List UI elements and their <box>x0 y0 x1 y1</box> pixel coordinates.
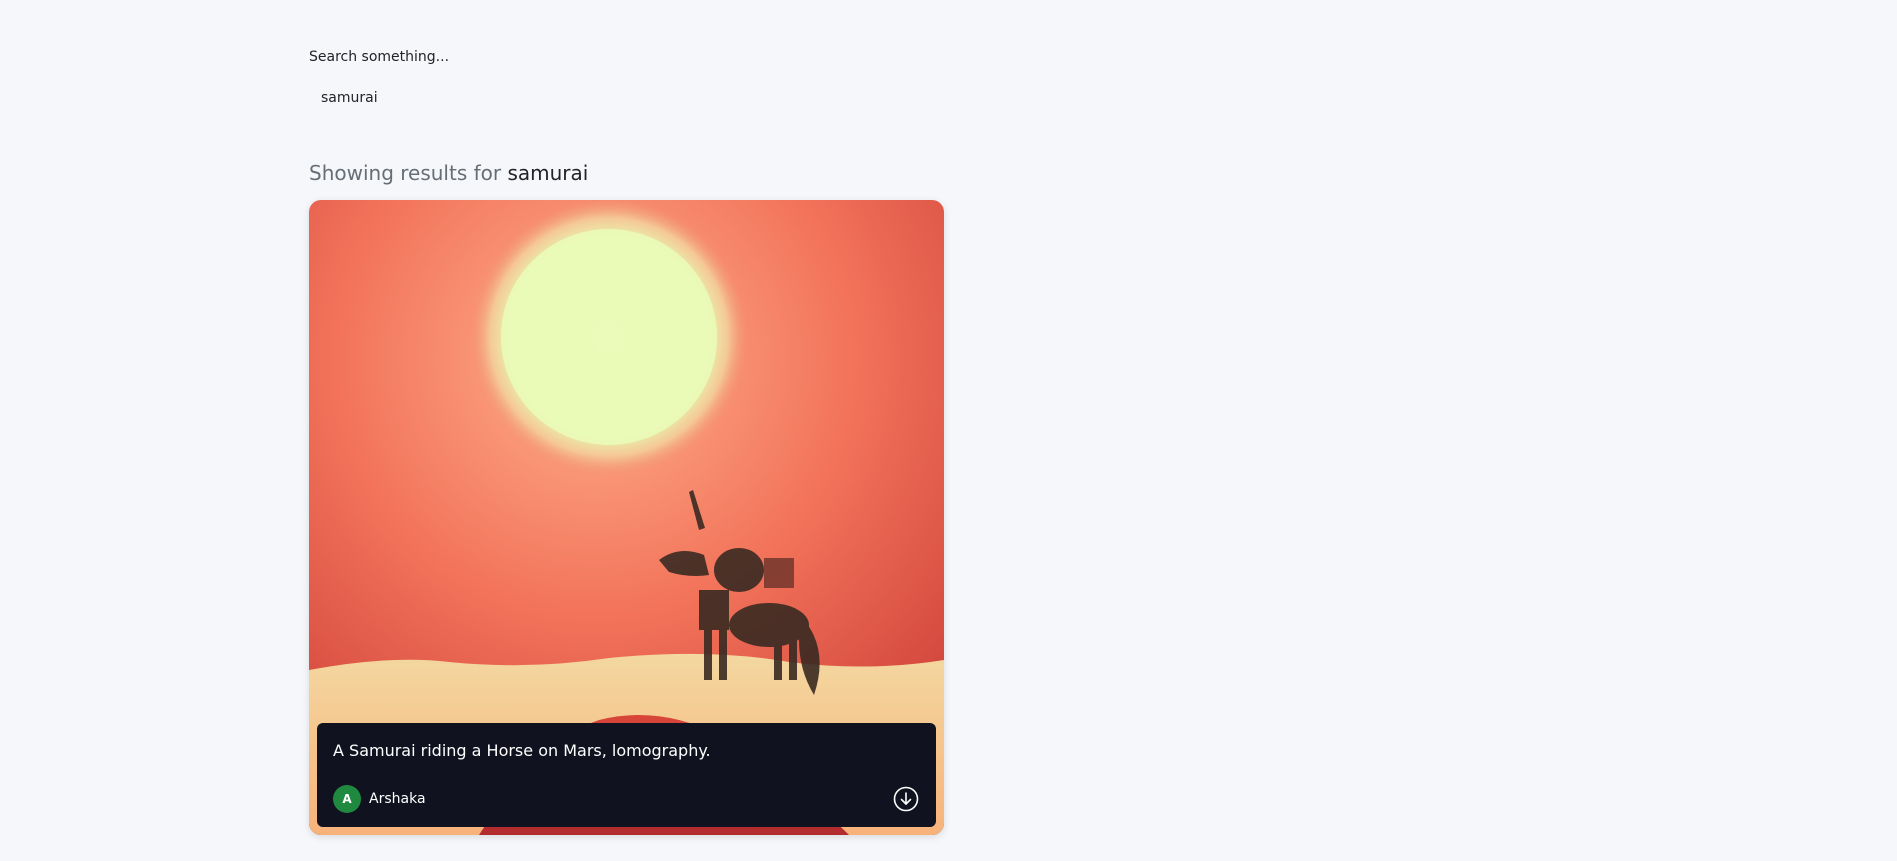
avatar: A <box>333 785 361 813</box>
download-icon <box>893 786 919 812</box>
author-row: A Arshaka <box>333 785 920 813</box>
results-query: samurai <box>507 161 589 185</box>
author: A Arshaka <box>333 785 426 813</box>
results-heading: Showing results for samurai <box>309 161 588 185</box>
author-name: Arshaka <box>369 791 426 807</box>
search-input[interactable] <box>309 84 949 112</box>
image-info-overlay: A Samurai riding a Horse on Mars, lomogr… <box>317 723 936 827</box>
image-card[interactable]: A Samurai riding a Horse on Mars, lomogr… <box>309 200 944 835</box>
results-prefix: Showing results for <box>309 161 502 185</box>
image-prompt: A Samurai riding a Horse on Mars, lomogr… <box>333 741 711 760</box>
download-button[interactable] <box>892 785 920 813</box>
search-label: Search something... <box>309 49 450 65</box>
